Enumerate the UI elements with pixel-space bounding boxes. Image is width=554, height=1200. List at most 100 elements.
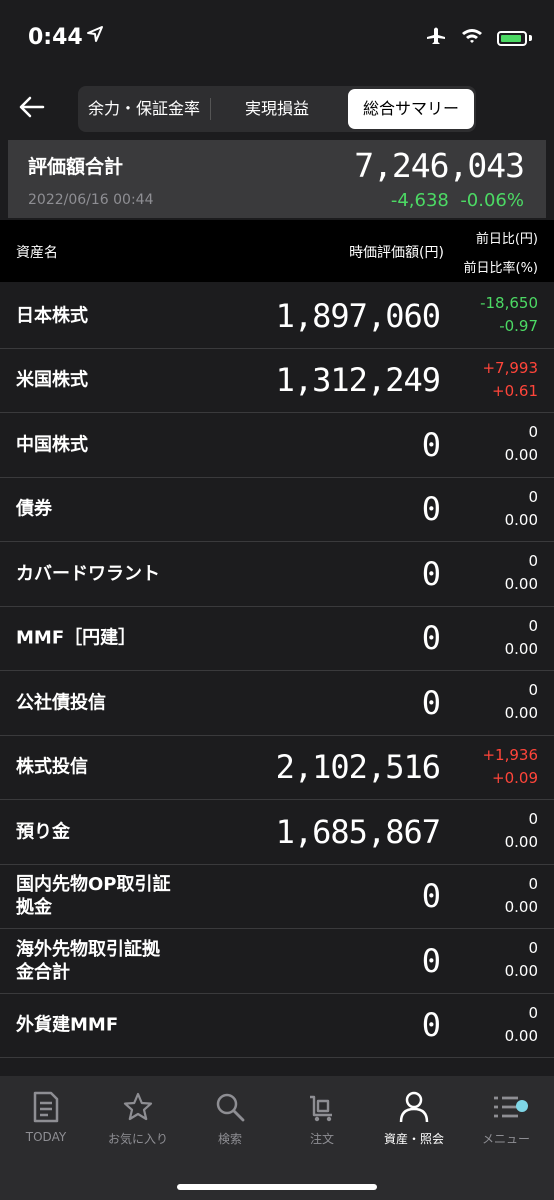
asset-value: 1,312,249 [275,361,441,400]
asset-value: 1,897,060 [275,296,441,335]
tab-assets[interactable]: 資産・照会 [368,1090,460,1147]
notification-badge [516,1100,528,1112]
document-icon [0,1090,92,1124]
asset-row[interactable]: 日本株式 1,897,060 -18,650 -0.97 [0,284,554,349]
airplane-icon [425,26,447,50]
top-nav: 余力・保証金率 実現損益 総合サマリー [0,82,554,138]
header-change-rate: 前日比率(%) [463,261,539,276]
battery-icon [497,30,527,46]
tab-label: メニュー [481,1132,530,1146]
asset-name: 日本株式 [16,305,88,327]
asset-row[interactable]: 預り金 1,685,867 0 0.00 [0,800,554,865]
tab-label: 注文 [309,1132,334,1146]
asset-name: カバードワラント [16,563,160,585]
tab-menu[interactable]: メニュー [460,1090,552,1147]
battery-tip [529,35,532,41]
tab-summary[interactable]: 総合サマリー [348,89,474,129]
tab-label: TODAY [25,1130,67,1144]
asset-change-rate: 0.00 [504,1026,538,1045]
summary-value: 7,246,043 [354,146,525,185]
asset-change: 0 [528,616,538,635]
asset-change: +1,936 [482,745,538,764]
asset-name: 公社債投信 [16,692,106,714]
header-asset: 資産名 [16,245,58,261]
asset-value: 0 [421,683,441,722]
tab-realized-pl[interactable]: 実現損益 [212,86,342,132]
location-arrow-icon [86,25,104,48]
header-value: 時価評価額(円) [349,245,444,261]
asset-change: 0 [528,487,538,506]
asset-value: 0 [421,425,441,464]
asset-row[interactable]: MMF［円建］ 0 0 0.00 [0,607,554,671]
tab-today[interactable]: TODAY [0,1090,92,1144]
asset-value: 0 [421,1006,441,1045]
asset-row[interactable]: 海外先物取引証拠 金合計 0 0 0.00 [0,929,554,994]
asset-value: 0 [421,490,441,529]
asset-row[interactable]: カバードワラント 0 0 0.00 [0,542,554,607]
asset-value: 0 [421,877,441,916]
tab-label: 資産・照会 [383,1132,444,1146]
search-icon [184,1090,276,1124]
cart-icon [276,1090,368,1124]
asset-name: 国内先物OP取引証 拠金 [16,874,171,919]
asset-value: 0 [421,554,441,593]
asset-change: 0 [528,681,538,699]
asset-change-rate: 0.00 [504,897,538,916]
asset-value: 0 [421,941,441,980]
asset-change: 0 [528,874,538,893]
asset-change: 0 [528,1003,538,1022]
asset-name: 海外先物取引証拠 金合計 [16,938,160,983]
summary-label: 評価額合計 [28,156,124,178]
home-indicator [177,1184,377,1190]
asset-row[interactable]: 米国株式 1,312,249 +7,993 +0.61 [0,349,554,413]
person-icon [368,1090,460,1124]
summary-card: 評価額合計 2022/06/16 00:44 7,246,043 -4,638 … [8,140,546,218]
tab-favorites[interactable]: お気に入り [92,1090,184,1147]
asset-change: 0 [528,552,538,570]
asset-change-rate: -0.97 [499,317,538,335]
asset-change-rate: 0.00 [504,962,538,980]
wifi-icon [461,28,483,48]
asset-name: 外貨建MMF [16,1014,119,1036]
asset-change-rate: +0.09 [492,768,538,787]
asset-change-rate: +0.61 [492,381,538,400]
asset-change-rate: 0.00 [504,833,538,851]
back-arrow-icon[interactable] [14,90,48,124]
asset-name: 債券 [16,498,52,520]
asset-list: 日本株式 1,897,060 -18,650 -0.97 米国株式 1,312,249 +7… [0,284,554,1058]
segment-divider [210,98,211,120]
asset-change-rate: 0.00 [504,575,538,593]
asset-change: 0 [528,939,538,957]
asset-row[interactable]: 債券 0 0 0.00 [0,478,554,542]
asset-value: 2,102,516 [275,748,441,787]
asset-name: 中国株式 [16,434,88,456]
tab-search[interactable]: 検索 [184,1090,276,1147]
asset-row[interactable]: 株式投信 2,102,516 +1,936 +0.09 [0,736,554,800]
segmented-control: 余力・保証金率 実現損益 総合サマリー [78,86,476,132]
asset-row[interactable]: 国内先物OP取引証 拠金 0 0 0.00 [0,865,554,929]
tab-label: お気に入り [107,1132,168,1146]
asset-change-rate: 0.00 [504,446,538,464]
asset-change: -18,650 [480,294,538,312]
asset-change: 0 [528,810,538,828]
asset-change: 0 [528,423,538,441]
asset-name: 米国株式 [16,369,88,391]
asset-name: MMF［円建］ [16,627,137,649]
asset-row[interactable]: 外貨建MMF 0 0 0.00 [0,994,554,1058]
star-icon [92,1090,184,1124]
tab-order[interactable]: 注文 [276,1090,368,1147]
tab-margin[interactable]: 余力・保証金率 [78,86,210,132]
asset-row[interactable]: 公社債投信 0 0 0.00 [0,671,554,736]
asset-change-rate: 0.00 [504,704,538,722]
asset-value: 0 [421,619,441,658]
asset-change-rate: 0.00 [504,510,538,529]
asset-change: +7,993 [482,358,538,377]
asset-name: 株式投信 [16,756,88,778]
tab-bar: TODAY お気に入り 検索 注文 資産・照会 メニュー [0,1076,554,1200]
asset-row[interactable]: 中国株式 0 0 0.00 [0,413,554,478]
tab-label: 検索 [217,1132,242,1146]
asset-value: 1,685,867 [275,812,441,851]
menu-icon [460,1090,552,1124]
summary-change: -4,638 -0.06% [390,190,524,211]
header-change: 前日比(円) [475,232,538,247]
